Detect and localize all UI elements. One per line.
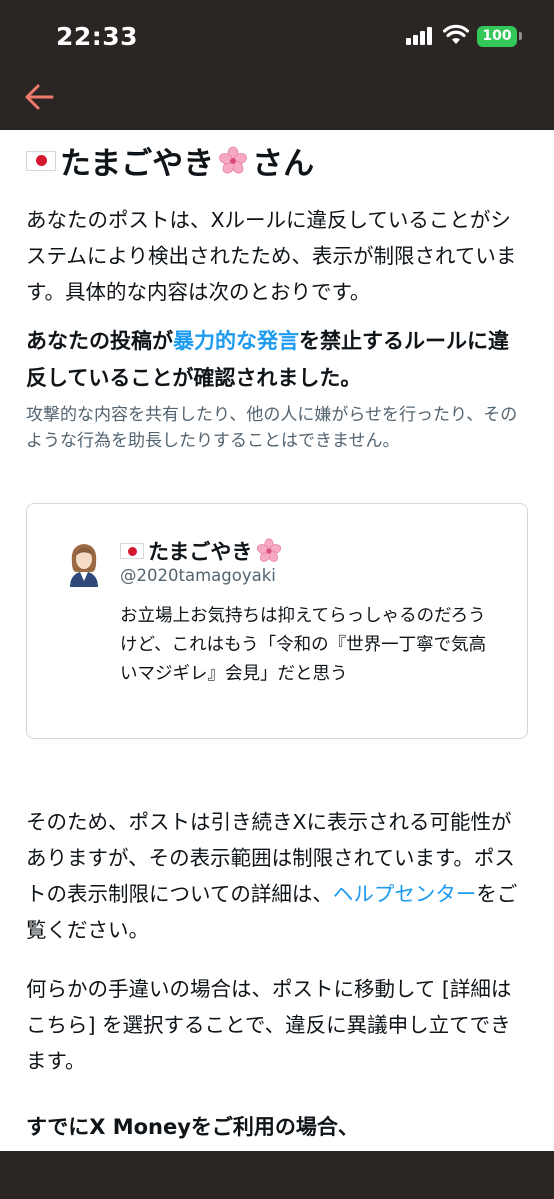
japan-flag-icon bbox=[26, 150, 56, 171]
greeting-heading: たまごやき さん bbox=[26, 138, 314, 183]
status-time: 22:33 bbox=[56, 22, 139, 51]
bottom-bar bbox=[0, 1151, 554, 1199]
greeting-suffix: さん bbox=[252, 146, 315, 182]
help-center-link[interactable]: ヘルプセンター bbox=[333, 882, 477, 906]
battery-indicator: 100 bbox=[477, 26, 517, 47]
cherry-blossom-icon bbox=[257, 538, 282, 562]
violation-heading: あなたの投稿が暴力的な発言を禁止するルールに違反していることが確認されました。 bbox=[26, 323, 528, 397]
quoted-post-card[interactable]: たまごやき @2020tamagoyaki お立場上お気持ちは抑えてらっしゃるの… bbox=[26, 503, 528, 739]
violation-detail: 攻撃的な内容を共有したり、他の人に嫌がらせを行ったり、そのような行為を助長したり… bbox=[26, 405, 518, 451]
avatar bbox=[70, 544, 98, 587]
cherry-blossom-icon bbox=[219, 146, 247, 173]
battery-tip bbox=[519, 32, 522, 40]
greeting-name: たまごやき bbox=[60, 146, 215, 182]
cellular-signal-icon bbox=[406, 27, 434, 45]
violation-prefix: あなたの投稿が bbox=[26, 329, 173, 353]
visibility-text: そのため、ポストは引き続きXに表示される可能性がありますが、その表示範囲は制限さ… bbox=[26, 804, 528, 948]
post-text: お立場上お気持ちは抑えてらっしゃるのだろうけど、これはもう「令和の『世界一丁寧で… bbox=[120, 606, 487, 684]
post-handle: @2020tamagoyaki bbox=[120, 566, 276, 585]
wifi-icon bbox=[443, 24, 469, 44]
appeal-text: 何らかの手違いの場合は、ポストに移動して [詳細はこちら] を選択することで、違… bbox=[26, 977, 512, 1073]
violent-speech-link[interactable]: 暴力的な発言 bbox=[173, 329, 299, 353]
post-display-name: たまごやき bbox=[148, 540, 253, 564]
intro-text: あなたのポストは、Xルールに違反していることがシステムにより検出されたため、表示… bbox=[26, 208, 517, 304]
japan-flag-icon bbox=[120, 543, 144, 559]
screen: 22:33 100 たまごやき さん あなたのポストは、Xルールに違反しているこ… bbox=[0, 0, 554, 1199]
back-arrow-icon[interactable] bbox=[22, 80, 56, 114]
x-money-heading: すでにX Moneyをご利用の場合、 bbox=[26, 1115, 359, 1139]
post-author: たまごやき bbox=[120, 536, 286, 566]
status-and-header-bar: 22:33 100 bbox=[0, 0, 554, 130]
